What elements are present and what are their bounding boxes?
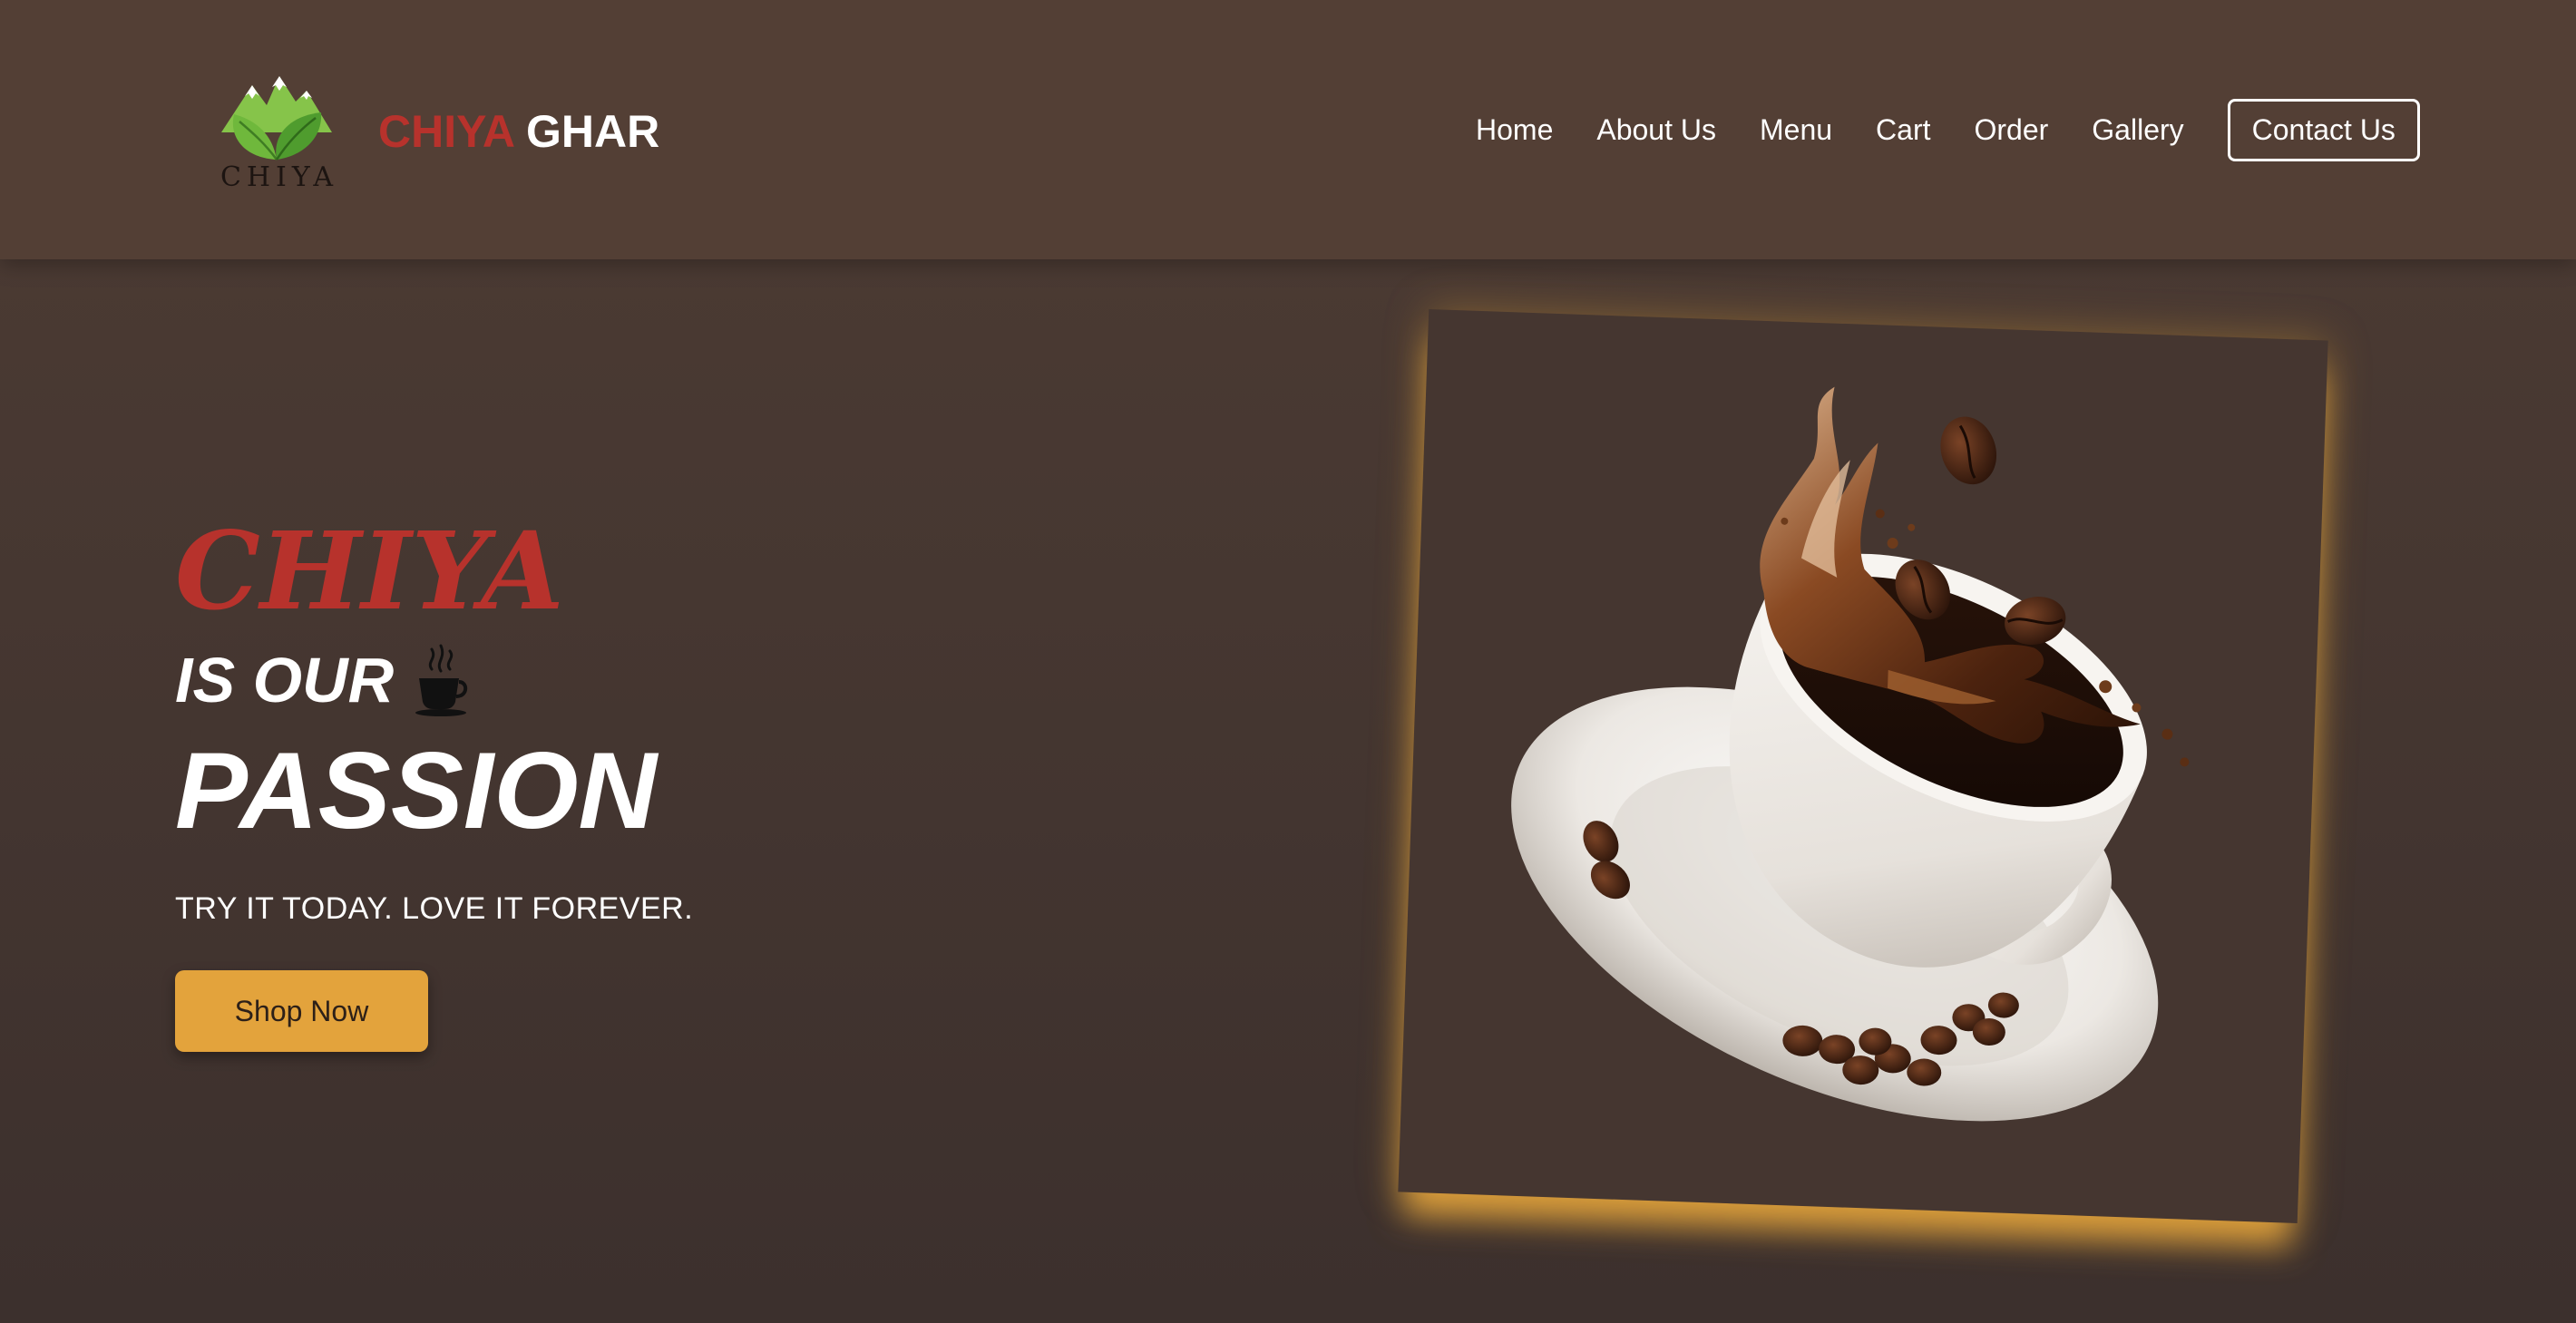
hero-title-passion: PASSION [175,730,658,851]
hero-title-is-our-row: IS OUR [175,635,470,725]
nav-menu[interactable]: Menu [1760,113,1832,147]
hero-image-card [1398,308,2328,1224]
nav-cart[interactable]: Cart [1876,113,1930,147]
coffee-cup-splash-image [1511,386,2190,1122]
brand-name[interactable]: CHIYA GHAR [378,104,659,159]
hero-title-chiya: CHIYA [175,508,564,634]
brand-name-part1: CHIYA [378,106,514,157]
hero-title-is-our: IS OUR [175,645,395,715]
site-header: CHIYA CHIYA GHAR Home About Us Menu Cart… [0,0,2576,259]
logo-wordmark: CHIYA [220,161,339,193]
brand-name-part2: GHAR [526,106,660,157]
contact-us-button[interactable]: Contact Us [2227,98,2420,161]
nav-about-us[interactable]: About Us [1596,113,1716,147]
chiya-logo[interactable]: CHIYA [209,69,345,196]
nav-order[interactable]: Order [1974,113,2048,147]
main-nav: Home About Us Menu Cart Order Gallery Co… [1476,98,2420,161]
hero-subtitle: TRY IT TODAY. LOVE IT FOREVER. [175,891,694,926]
hot-coffee-cup-icon [415,644,468,716]
nav-home[interactable]: Home [1476,113,1553,147]
mountain-leaf-icon [221,76,332,161]
shop-now-button[interactable]: Shop Now [175,970,428,1052]
nav-gallery[interactable]: Gallery [2092,113,2183,147]
